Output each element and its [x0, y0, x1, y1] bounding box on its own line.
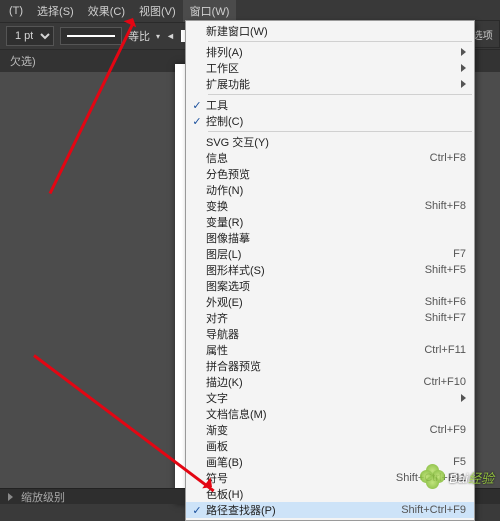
watermark: Bai经验 — [420, 464, 494, 490]
menu-item-label: 变换 — [206, 198, 417, 214]
menu-item-shortcut: Shift+F8 — [417, 200, 466, 212]
menu-separator — [208, 41, 472, 42]
menu-item[interactable]: 变量(R) — [186, 214, 474, 230]
menu-item-label: 渐变 — [206, 422, 422, 438]
menu-item-label: 图形样式(S) — [206, 262, 417, 278]
menu-item[interactable]: 文字 — [186, 390, 474, 406]
menu-item-label: 外观(E) — [206, 294, 417, 310]
menu-item-label: 图层(L) — [206, 246, 445, 262]
menu-item-label: 工作区 — [206, 60, 455, 76]
menu-item-label: 描边(K) — [206, 374, 416, 390]
menu-item[interactable]: 变换Shift+F8 — [186, 198, 474, 214]
menu-item-shortcut: Shift+F6 — [417, 296, 466, 308]
menu-item[interactable]: ✓工具 — [186, 97, 474, 113]
menu-item-shortcut: Shift+F5 — [417, 264, 466, 276]
menu-separator — [208, 94, 472, 95]
menu-item[interactable]: 文档信息(M) — [186, 406, 474, 422]
menu-item[interactable]: 拼合器预览 — [186, 358, 474, 374]
menu-item-label: 对齐 — [206, 310, 417, 326]
menu-item[interactable]: 排列(A) — [186, 44, 474, 60]
submenu-arrow-icon — [461, 394, 466, 402]
menubar: (T)选择(S)效果(C)视图(V)窗口(W) — [0, 0, 500, 22]
status-expand-icon[interactable] — [8, 493, 13, 501]
menu-item-label: 文档信息(M) — [206, 406, 466, 422]
menu-item-label: 信息 — [206, 150, 422, 166]
menu-item-label: 图像描摹 — [206, 230, 466, 246]
window-menu: 新建窗口(W)排列(A)工作区扩展功能✓工具✓控制(C)SVG 交互(Y)信息C… — [185, 20, 475, 521]
menu-item-label: 文字 — [206, 390, 455, 406]
clover-icon — [420, 464, 446, 490]
submenu-arrow-icon — [461, 48, 466, 56]
check-icon: ✓ — [188, 504, 206, 517]
stroke-weight-select[interactable]: 1 pt — [6, 26, 54, 46]
menu-item[interactable]: 图层(L)F7 — [186, 246, 474, 262]
menu-item[interactable]: 图形样式(S)Shift+F5 — [186, 262, 474, 278]
stroke-preview[interactable] — [60, 27, 122, 45]
submenu-arrow-icon — [461, 64, 466, 72]
menu-item[interactable]: 新建窗口(W) — [186, 23, 474, 39]
menu-item-shortcut: Ctrl+F11 — [416, 344, 466, 356]
dropdown-icon[interactable]: ▾ — [156, 32, 160, 41]
menu-item[interactable]: 外观(E)Shift+F6 — [186, 294, 474, 310]
menu-item[interactable]: 渐变Ctrl+F9 — [186, 422, 474, 438]
menu-item-label: 控制(C) — [206, 113, 466, 129]
menu-item-label: 排列(A) — [206, 44, 455, 60]
menu-item[interactable]: 图像描摹 — [186, 230, 474, 246]
menu-item-label: 画笔(B) — [206, 454, 445, 470]
menu-item[interactable]: SVG 交互(Y) — [186, 134, 474, 150]
menu-item-label: 图案选项 — [206, 278, 466, 294]
menu-item-label: 变量(R) — [206, 214, 466, 230]
menu-item-label: 属性 — [206, 342, 416, 358]
document-tab[interactable]: 欠选) — [10, 53, 36, 69]
menu-item[interactable]: ✓路径查找器(P)Shift+Ctrl+F9 — [186, 502, 474, 518]
menu-item-label: 新建窗口(W) — [206, 23, 466, 39]
menu-item[interactable]: 图案选项 — [186, 278, 474, 294]
menu-item[interactable]: 描边(K)Ctrl+F10 — [186, 374, 474, 390]
menu-item[interactable]: 属性Ctrl+F11 — [186, 342, 474, 358]
menu-item[interactable]: 扩展功能 — [186, 76, 474, 92]
menu-item-shortcut: F7 — [445, 248, 466, 260]
menu-item-label: 分色预览 — [206, 166, 466, 182]
menu-item[interactable]: 信息Ctrl+F8 — [186, 150, 474, 166]
menu-item[interactable]: ✓控制(C) — [186, 113, 474, 129]
menu-item-label: 画板 — [206, 438, 466, 454]
prev-icon[interactable]: ◄ — [166, 31, 175, 41]
menu-item-label: 扩展功能 — [206, 76, 455, 92]
menu-separator — [208, 131, 472, 132]
check-icon: ✓ — [188, 99, 206, 112]
menu-item[interactable]: 导航器 — [186, 326, 474, 342]
watermark-text: Bai经验 — [449, 468, 494, 487]
menu-item-shortcut: Ctrl+F10 — [416, 376, 467, 388]
stroke-profile-label: 等比 — [128, 28, 150, 44]
menu-item-label: 拼合器预览 — [206, 358, 466, 374]
menu-item-0[interactable]: (T) — [2, 2, 30, 20]
menu-item-label: 导航器 — [206, 326, 466, 342]
check-icon: ✓ — [188, 115, 206, 128]
menu-item-shortcut: Shift+F7 — [417, 312, 466, 324]
menu-item-label: 路径查找器(P) — [206, 502, 393, 518]
menu-item-shortcut: Shift+Ctrl+F9 — [393, 504, 466, 516]
menu-item[interactable]: 动作(N) — [186, 182, 474, 198]
menu-item-label: 工具 — [206, 97, 466, 113]
status-label: 缩放级别 — [21, 489, 65, 505]
menu-item-label: 符号 — [206, 470, 388, 486]
menu-item[interactable]: 画板 — [186, 438, 474, 454]
menu-item-shortcut: Ctrl+F8 — [422, 152, 466, 164]
menu-item-label: 动作(N) — [206, 182, 466, 198]
menu-item-label: SVG 交互(Y) — [206, 134, 466, 150]
menu-item-4[interactable]: 窗口(W) — [183, 0, 237, 22]
menu-item[interactable]: 分色预览 — [186, 166, 474, 182]
menu-item[interactable]: 对齐Shift+F7 — [186, 310, 474, 326]
menu-item[interactable]: 工作区 — [186, 60, 474, 76]
menu-item-shortcut: Ctrl+F9 — [422, 424, 466, 436]
menu-item-1[interactable]: 选择(S) — [30, 0, 81, 22]
submenu-arrow-icon — [461, 80, 466, 88]
